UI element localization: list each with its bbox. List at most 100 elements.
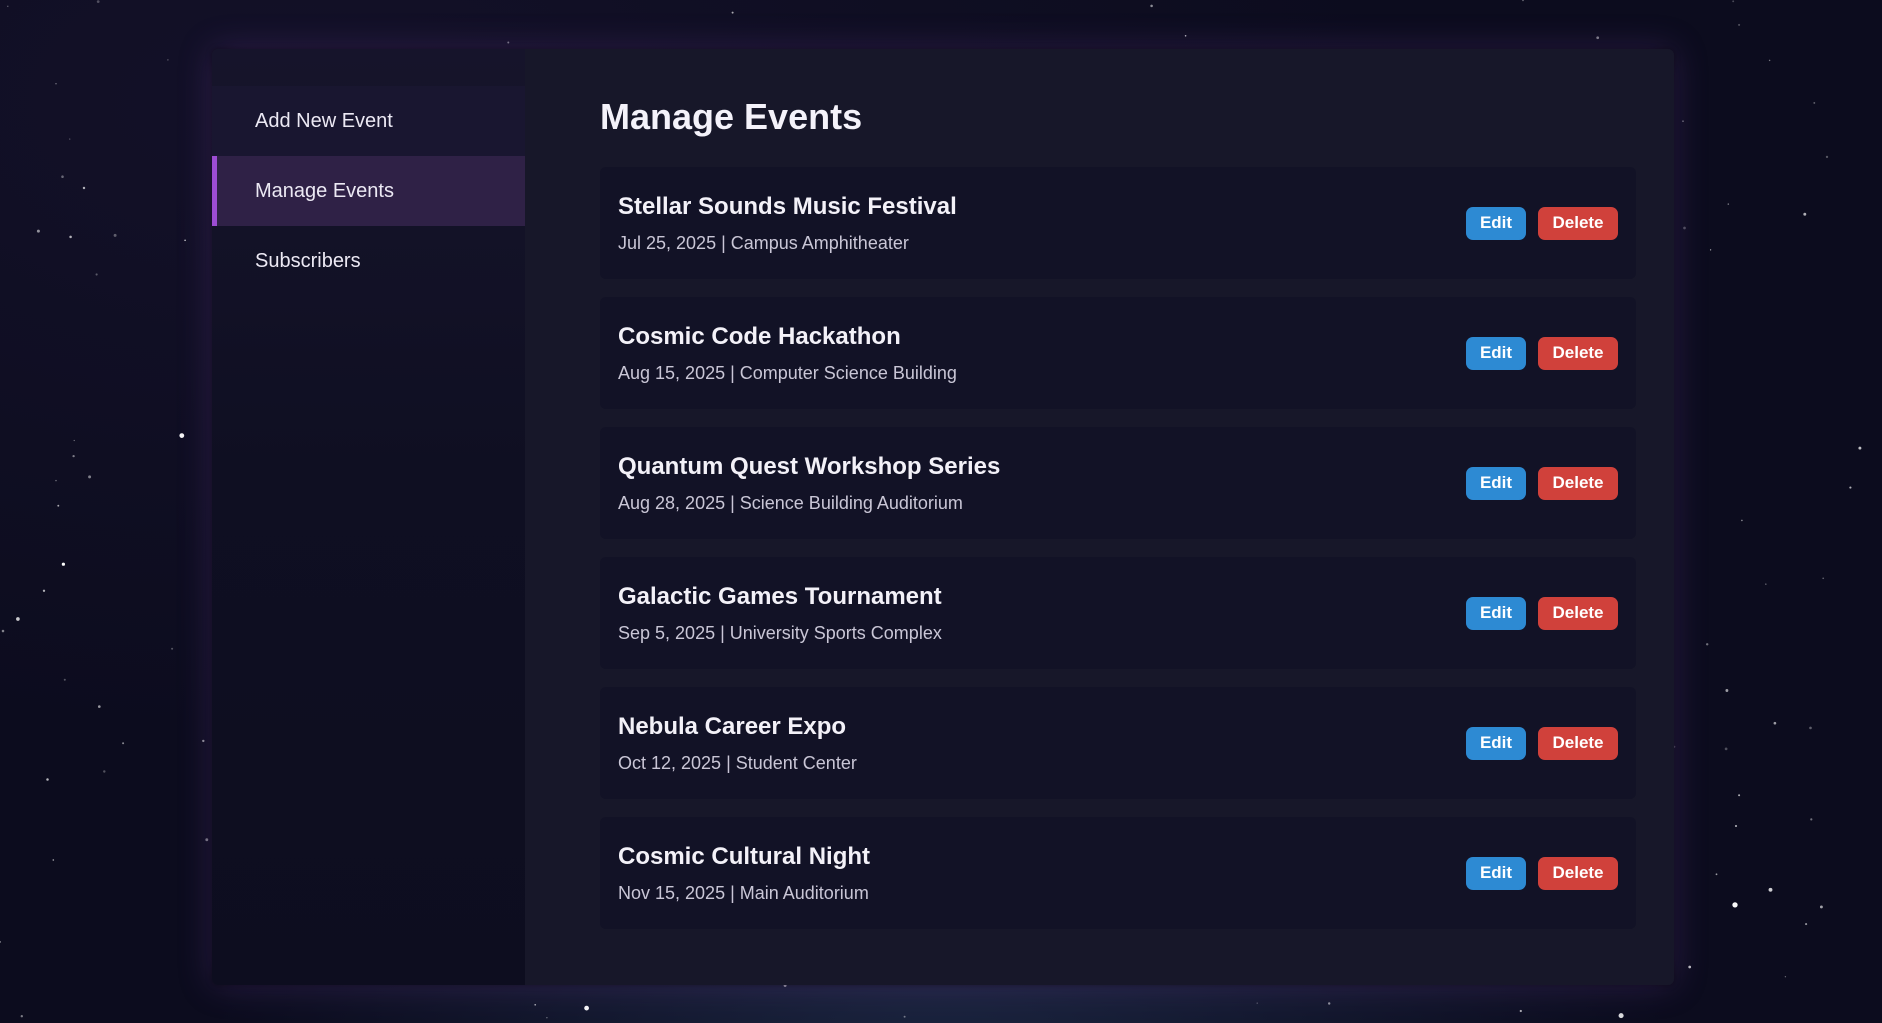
event-date-location: Jul 25, 2025 | Campus Amphitheater (618, 233, 909, 253)
event-actions: Edit Delete (1466, 596, 1618, 630)
star (534, 1003, 537, 1006)
star (113, 233, 117, 237)
star (46, 778, 49, 781)
delete-button[interactable]: Delete (1538, 856, 1618, 890)
star (1725, 689, 1729, 692)
star (16, 617, 20, 621)
event-title: Quantum Quest Workshop Series (618, 453, 1001, 480)
event-title: Cosmic Code Hackathon (618, 323, 901, 350)
star (1765, 583, 1767, 585)
delete-button[interactable]: Delete (1538, 206, 1618, 240)
edit-button[interactable]: Edit (1466, 336, 1526, 370)
star (55, 479, 57, 482)
edit-button[interactable]: Edit (1466, 206, 1526, 240)
event-info: Stellar Sounds Music Festival Jul 25, 20… (618, 192, 957, 254)
event-info: Cosmic Cultural Night Nov 15, 2025 | Mai… (618, 842, 870, 904)
star (1819, 905, 1823, 909)
sidebar-item-manage-events[interactable]: Manage Events (212, 156, 525, 226)
event-card: Galactic Games Tournament Sep 5, 2025 | … (600, 557, 1636, 669)
star (184, 239, 186, 242)
delete-button[interactable]: Delete (1538, 466, 1618, 500)
star (1618, 1013, 1624, 1019)
star (1734, 824, 1738, 828)
delete-button[interactable]: Delete (1538, 596, 1618, 630)
star (1522, 0, 1524, 2)
star (1705, 643, 1709, 646)
star (1519, 1009, 1522, 1013)
star (73, 439, 75, 442)
star (731, 11, 734, 14)
delete-button[interactable]: Delete (1538, 726, 1618, 760)
star (205, 838, 209, 842)
star (903, 1015, 906, 1018)
edit-button[interactable]: Edit (1466, 466, 1526, 500)
star (1813, 101, 1816, 104)
star (36, 229, 40, 233)
delete-button[interactable]: Delete (1538, 336, 1618, 370)
star (1727, 203, 1730, 205)
sidebar-item-add-new-event[interactable]: Add New Event (212, 86, 525, 156)
star (1768, 887, 1773, 892)
sidebar-item-label: Subscribers (255, 249, 361, 272)
star (69, 235, 72, 239)
star (88, 475, 92, 479)
star (1768, 59, 1771, 62)
star (1256, 1002, 1258, 1004)
star (507, 41, 510, 44)
event-date-location: Sep 5, 2025 | University Sports Complex (618, 623, 942, 643)
event-actions: Edit Delete (1466, 466, 1618, 500)
sidebar: Add New Event Manage Events Subscribers (212, 49, 525, 985)
main-content: Manage Events Stellar Sounds Music Festi… (525, 49, 1674, 985)
star (7, 5, 9, 7)
star (546, 1017, 548, 1019)
edit-button[interactable]: Edit (1466, 726, 1526, 760)
event-date-location: Aug 15, 2025 | Computer Science Building (618, 363, 957, 383)
star (20, 1015, 23, 1018)
star (167, 59, 169, 61)
star (1809, 726, 1812, 730)
event-card: Quantum Quest Workshop Series Aug 28, 20… (600, 427, 1636, 539)
star (1805, 923, 1808, 926)
star (1810, 818, 1813, 821)
star (61, 175, 64, 178)
event-card: Cosmic Code Hackathon Aug 15, 2025 | Com… (600, 297, 1636, 409)
star (1732, 0, 1735, 3)
sidebar-item-label: Manage Events (255, 179, 394, 202)
star (1849, 486, 1852, 489)
star (1732, 902, 1738, 908)
star (57, 504, 60, 507)
sidebar-item-label: Add New Event (255, 109, 393, 132)
event-date-location: Oct 12, 2025 | Student Center (618, 753, 857, 773)
star (1715, 873, 1718, 876)
sidebar-item-subscribers[interactable]: Subscribers (212, 226, 525, 296)
event-info: Nebula Career Expo Oct 12, 2025 | Studen… (618, 712, 857, 774)
event-title: Cosmic Cultural Night (618, 843, 871, 870)
star (584, 1005, 589, 1011)
event-info: Cosmic Code Hackathon Aug 15, 2025 | Com… (618, 322, 957, 384)
event-date-location: Nov 15, 2025 | Main Auditorium (618, 883, 869, 903)
event-title: Stellar Sounds Music Festival (618, 193, 957, 220)
star (42, 589, 46, 592)
edit-button[interactable]: Edit (1466, 596, 1526, 630)
star (1709, 249, 1712, 251)
event-card: Stellar Sounds Music Festival Jul 25, 20… (600, 167, 1636, 279)
star (103, 770, 106, 773)
star (202, 739, 205, 743)
star (1184, 35, 1187, 37)
app-panel: Add New Event Manage Events Subscribers … (212, 49, 1674, 985)
event-title: Nebula Career Expo (618, 713, 847, 740)
star (1724, 747, 1728, 751)
star (96, 0, 100, 3)
star (82, 186, 86, 190)
edit-button[interactable]: Edit (1466, 856, 1526, 890)
star (1784, 976, 1787, 978)
star (72, 454, 75, 458)
event-card: Nebula Career Expo Oct 12, 2025 | Studen… (600, 687, 1636, 799)
event-date-location: Aug 28, 2025 | Science Building Auditori… (618, 493, 963, 513)
event-actions: Edit Delete (1466, 726, 1618, 760)
star (61, 562, 66, 566)
star (1596, 36, 1600, 40)
star (1682, 120, 1684, 122)
event-info: Galactic Games Tournament Sep 5, 2025 | … (618, 582, 942, 644)
star (1825, 155, 1829, 159)
